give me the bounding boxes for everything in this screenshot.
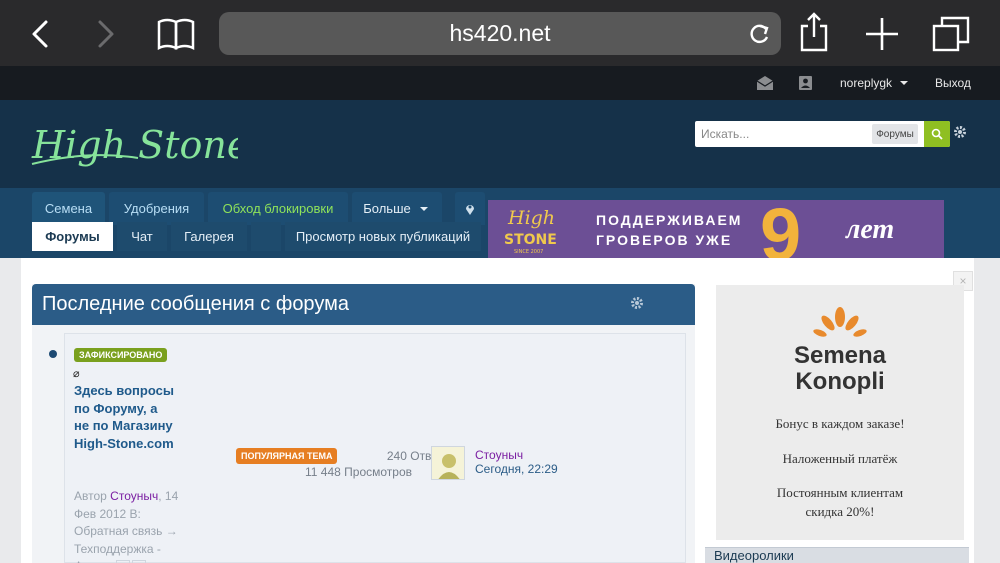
forward-button[interactable] bbox=[88, 14, 128, 54]
tab-block-bypass[interactable]: Обход блокировки bbox=[208, 192, 348, 225]
tabs-button[interactable] bbox=[930, 14, 970, 54]
sidebar-videos-header: Видеоролики bbox=[705, 547, 969, 563]
subtab-spacer bbox=[251, 222, 281, 251]
user-menu[interactable]: noreplygk bbox=[840, 66, 912, 100]
search-button[interactable] bbox=[924, 121, 950, 147]
inbox-button[interactable] bbox=[756, 66, 774, 100]
banner-logo: High STONE SINCE 2007 bbox=[504, 207, 557, 255]
last-poster-link[interactable]: Стоуныч bbox=[475, 448, 523, 462]
attachment-icon: ⌀ bbox=[73, 368, 80, 380]
search-scope-tag[interactable]: Форумы bbox=[872, 124, 918, 144]
unread-indicator bbox=[49, 350, 57, 358]
logout-link[interactable]: Выход bbox=[935, 66, 971, 100]
banner-line-2: ГРОВЕРОВ УЖЕ bbox=[596, 232, 733, 248]
tab-location[interactable] bbox=[455, 192, 485, 225]
ad-line-3a: Постоянным клиентам bbox=[776, 485, 904, 500]
thread-title-link[interactable]: Здесь вопросы по Форуму, а не по Магазин… bbox=[74, 382, 174, 452]
sidebar-advertisement[interactable] bbox=[716, 285, 964, 540]
tab-more-label: Больше bbox=[363, 201, 411, 216]
banner-line-1: ПОДДЕРЖИВАЕМ bbox=[596, 212, 743, 228]
avatar[interactable] bbox=[431, 446, 465, 480]
caret-down-icon bbox=[900, 81, 909, 85]
subtab-new-posts[interactable]: Просмотр новых публикаций bbox=[285, 222, 481, 251]
browser-toolbar: hs420.net bbox=[0, 0, 1000, 66]
subtab-chat[interactable]: Чат bbox=[117, 222, 167, 251]
share-icon bbox=[800, 12, 828, 52]
banner-logo-bottom: STONE bbox=[504, 232, 557, 248]
high-stone-logo[interactable]: High Stone bbox=[28, 100, 238, 190]
map-pin-icon bbox=[466, 204, 474, 215]
banner-logo-top: High bbox=[507, 207, 555, 229]
ad-line-2: Наложенный платёж bbox=[782, 451, 898, 466]
last-post-date[interactable]: Сегодня, 22:29 bbox=[475, 462, 558, 476]
new-tab-button[interactable] bbox=[862, 14, 902, 54]
tab-seeds[interactable]: Семена bbox=[32, 192, 105, 225]
back-button[interactable] bbox=[22, 14, 62, 54]
reload-icon bbox=[750, 24, 769, 44]
ad-line-3b: скидка 20%! bbox=[805, 504, 875, 519]
chevron-left-icon bbox=[32, 20, 48, 48]
author-link[interactable]: Стоуныч bbox=[110, 489, 158, 503]
search-placeholder: Искать... bbox=[701, 127, 750, 141]
address-bar[interactable]: hs420.net bbox=[219, 12, 781, 55]
reload-button[interactable] bbox=[746, 20, 773, 47]
thread-meta: Автор Стоуныч, 14 Фев 2012 В: Обратная с… bbox=[74, 488, 194, 563]
envelope-icon bbox=[756, 76, 774, 90]
plus-icon bbox=[866, 18, 898, 50]
leaf-logo-icon bbox=[813, 307, 867, 337]
author-prefix: Автор bbox=[74, 489, 107, 503]
person-badge-icon bbox=[799, 76, 812, 90]
logo-text: High Stone bbox=[31, 123, 238, 167]
tab-fertilizers[interactable]: Удобрения bbox=[109, 192, 204, 225]
views-count: 11 448 Просмотров bbox=[305, 465, 412, 479]
banner-suffix: лет bbox=[846, 214, 895, 245]
banner-number: 9 bbox=[760, 200, 802, 258]
latest-posts-header: Последние сообщения с форума bbox=[32, 284, 695, 325]
search-settings-gear-icon[interactable] bbox=[953, 125, 967, 139]
ad-brand-top: Semena bbox=[793, 342, 887, 369]
banner-logo-since: SINCE 2007 bbox=[514, 249, 543, 255]
ad-brand-bottom: Konopli bbox=[795, 368, 885, 395]
caret-down-icon bbox=[419, 206, 428, 211]
chevron-right-icon bbox=[98, 20, 114, 48]
notifications-button[interactable] bbox=[798, 66, 813, 100]
anniversary-banner[interactable]: High STONE SINCE 2007 ПОДДЕРЖИВАЕМ ГРОВЕ… bbox=[488, 200, 944, 258]
user-bar: noreplygk Выход bbox=[0, 66, 1000, 100]
bookmarks-button[interactable] bbox=[155, 14, 195, 54]
url-text: hs420.net bbox=[449, 20, 551, 46]
avatar-image bbox=[438, 454, 460, 479]
search-field[interactable]: Искать... Форумы bbox=[695, 121, 950, 147]
block-settings-gear-icon[interactable] bbox=[630, 296, 644, 310]
site-header: High Stone Искать... Форумы bbox=[0, 100, 1000, 188]
search-icon bbox=[931, 128, 943, 140]
username-label: noreplygk bbox=[840, 76, 893, 90]
popular-badge: ПОПУЛЯРНАЯ ТЕМА bbox=[236, 448, 338, 464]
share-button[interactable] bbox=[798, 10, 838, 52]
tabs-icon bbox=[932, 16, 970, 52]
subtab-gallery[interactable]: Галерея bbox=[171, 222, 247, 251]
latest-posts-title: Последние сообщения с форума bbox=[42, 293, 349, 315]
pinned-badge: ЗАФИКСИРОВАНО bbox=[74, 348, 168, 362]
subtab-forums[interactable]: Форумы bbox=[32, 222, 113, 251]
ad-line-1: Бонус в каждом заказе! bbox=[775, 416, 905, 431]
book-icon bbox=[157, 18, 195, 51]
tab-more[interactable]: Больше bbox=[352, 192, 442, 225]
